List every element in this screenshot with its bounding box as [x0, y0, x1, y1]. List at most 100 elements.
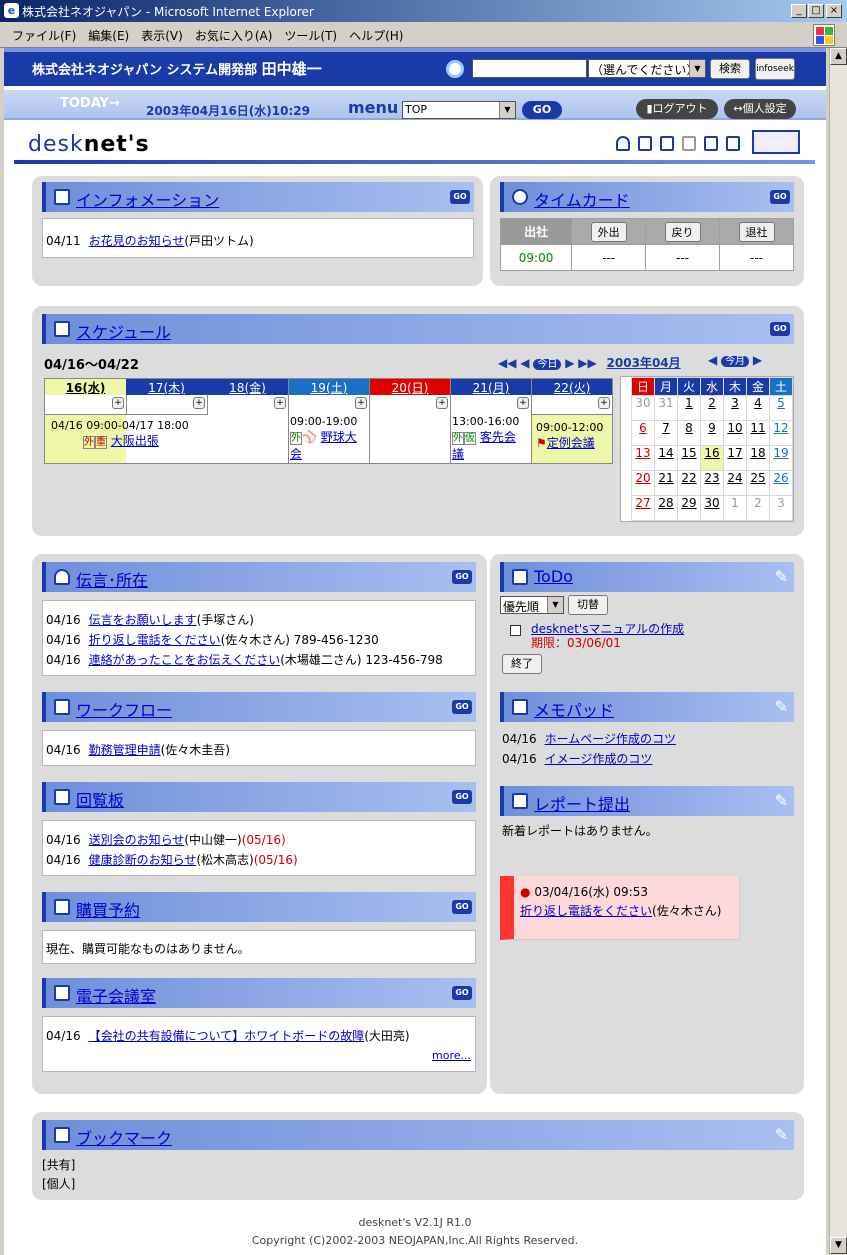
mini-day-cell[interactable]: 10: [723, 420, 747, 446]
workflow-title[interactable]: ワークフロー: [76, 697, 172, 721]
maximize-button[interactable]: □: [808, 4, 824, 18]
mini-day-cell[interactable]: 19: [769, 445, 793, 471]
mini-day-cell[interactable]: 30: [631, 395, 655, 421]
event2-link-2[interactable]: 会: [290, 447, 302, 461]
menu-go-button[interactable]: GO: [522, 101, 562, 119]
add-icon[interactable]: +: [436, 397, 448, 409]
item-link[interactable]: イメージ作成のコツ: [545, 752, 653, 766]
next-week-icon[interactable]: ▶▶: [578, 356, 596, 370]
schedule-month-link[interactable]: 2003年04月: [607, 356, 681, 370]
item-link[interactable]: 連絡があったことをお伝えください: [89, 653, 281, 667]
schedule-title[interactable]: スケジュール: [76, 319, 171, 343]
mini-day-cell[interactable]: 13: [631, 445, 655, 471]
item-link[interactable]: お花見のお知らせ: [89, 234, 185, 248]
day-header[interactable]: 19(土): [289, 379, 369, 395]
close-button[interactable]: ×: [826, 4, 842, 18]
screen-icon[interactable]: [752, 130, 800, 154]
next-month-icon[interactable]: ▶: [753, 353, 762, 367]
day-header[interactable]: 21(月): [451, 379, 531, 395]
mini-day-cell[interactable]: 5: [769, 395, 793, 421]
alert-link[interactable]: 折り返し電話をください: [520, 904, 652, 918]
this-month-button[interactable]: 今月: [721, 356, 750, 367]
day-header[interactable]: 17(木): [126, 379, 207, 395]
mini-day-cell[interactable]: 2: [746, 495, 770, 521]
bookmark-personal[interactable]: [個人]: [42, 1175, 75, 1192]
event1-link[interactable]: 大阪出張: [111, 434, 159, 448]
minimize-button[interactable]: _: [791, 4, 807, 18]
user-icon[interactable]: [616, 136, 630, 151]
prev-day-icon[interactable]: ◀: [520, 356, 529, 370]
prev-month-icon[interactable]: ◀: [708, 353, 717, 367]
event3-link-2[interactable]: 議: [452, 447, 464, 461]
mini-day-cell[interactable]: 25: [746, 470, 770, 496]
timecard-out-button[interactable]: 外出: [590, 221, 627, 242]
mini-day-cell[interactable]: 26: [769, 470, 793, 496]
pen-icon[interactable]: ✎: [775, 697, 788, 716]
menu-tools[interactable]: ツール(T): [284, 27, 337, 44]
phone-icon[interactable]: [660, 136, 674, 151]
add-icon[interactable]: +: [274, 397, 286, 409]
item-link[interactable]: 折り返し電話をください: [89, 633, 221, 647]
mini-day-cell[interactable]: 1: [677, 395, 701, 421]
mini-day-cell[interactable]: 6: [631, 420, 655, 446]
personal-settings-button[interactable]: ↔個人設定: [724, 99, 796, 119]
book-icon[interactable]: [726, 136, 740, 151]
scroll-down-icon[interactable]: ▼: [830, 1237, 847, 1254]
pen-icon[interactable]: ✎: [775, 791, 788, 810]
todo-title[interactable]: ToDo: [534, 567, 573, 586]
mini-day-cell[interactable]: 12: [769, 420, 793, 446]
day-header[interactable]: 18(金): [207, 379, 288, 395]
memo-title[interactable]: メモパッド: [534, 697, 614, 721]
day-header[interactable]: 20(日): [370, 379, 450, 395]
meeting-title[interactable]: 電子会議室: [76, 983, 156, 1007]
report-title[interactable]: レポート提出: [534, 791, 630, 815]
meeting-go-button[interactable]: GO: [452, 986, 472, 1000]
search-input[interactable]: [472, 59, 587, 78]
today-button[interactable]: 今日: [533, 359, 562, 370]
item-link[interactable]: 【会社の共有設備について】ホワイトボードの故障: [89, 1029, 365, 1043]
mini-day-cell[interactable]: 24: [723, 470, 747, 496]
todo-done-button[interactable]: 終了: [502, 654, 542, 674]
search-button[interactable]: 検索: [710, 59, 750, 79]
mini-day-cell[interactable]: 4: [746, 395, 770, 421]
item-link[interactable]: 送別会のお知らせ: [89, 833, 185, 847]
add-icon[interactable]: +: [193, 397, 205, 409]
menu-edit[interactable]: 編集(E): [88, 27, 129, 44]
information-title[interactable]: インフォメーション: [76, 187, 219, 211]
mini-day-cell[interactable]: 1: [723, 495, 747, 521]
mini-day-cell[interactable]: 17: [723, 445, 747, 471]
mini-day-cell[interactable]: 2: [700, 395, 724, 421]
information-go-button[interactable]: GO: [450, 190, 470, 204]
mini-day-cell[interactable]: 9: [700, 420, 724, 446]
mini-day-cell[interactable]: 27: [631, 495, 655, 521]
todo-switch-button[interactable]: 切替: [568, 595, 608, 615]
vertical-scrollbar[interactable]: ▲ ▼: [829, 48, 847, 1255]
event3-link[interactable]: 客先会: [480, 430, 516, 444]
menu-help[interactable]: ヘルプ(H): [349, 27, 403, 44]
add-icon[interactable]: +: [355, 397, 367, 409]
infoseek-button[interactable]: infoseek: [755, 58, 795, 80]
message-go-button[interactable]: GO: [452, 570, 472, 584]
day-header[interactable]: 16(水): [45, 379, 126, 395]
schedule-go-button[interactable]: GO: [770, 322, 790, 336]
mini-day-cell[interactable]: 11: [746, 420, 770, 446]
pen-icon[interactable]: ✎: [775, 1125, 788, 1144]
menu-view[interactable]: 表示(V): [141, 27, 183, 44]
mini-day-cell[interactable]: 3: [769, 495, 793, 521]
mini-day-cell[interactable]: 28: [654, 495, 678, 521]
scroll-up-icon[interactable]: ▲: [830, 48, 847, 65]
note-icon[interactable]: [682, 136, 696, 151]
menu-file[interactable]: ファイル(F): [12, 27, 76, 44]
org-icon[interactable]: [638, 136, 652, 151]
timecard-leave-button[interactable]: 退社: [738, 221, 775, 242]
mini-day-cell[interactable]: 31: [654, 395, 678, 421]
mini-day-cell[interactable]: 23: [700, 470, 724, 496]
mini-day-cell[interactable]: 15: [677, 445, 701, 471]
mini-day-cell[interactable]: 20: [631, 470, 655, 496]
circular-go-button[interactable]: GO: [452, 790, 472, 804]
menu-select[interactable]: TOP ▼: [402, 101, 516, 119]
add-icon[interactable]: +: [517, 397, 529, 409]
event4-link[interactable]: 定例会議: [547, 436, 595, 450]
mini-day-cell[interactable]: 3: [723, 395, 747, 421]
todo-sort-select[interactable]: 優先順 ▼: [500, 596, 564, 614]
